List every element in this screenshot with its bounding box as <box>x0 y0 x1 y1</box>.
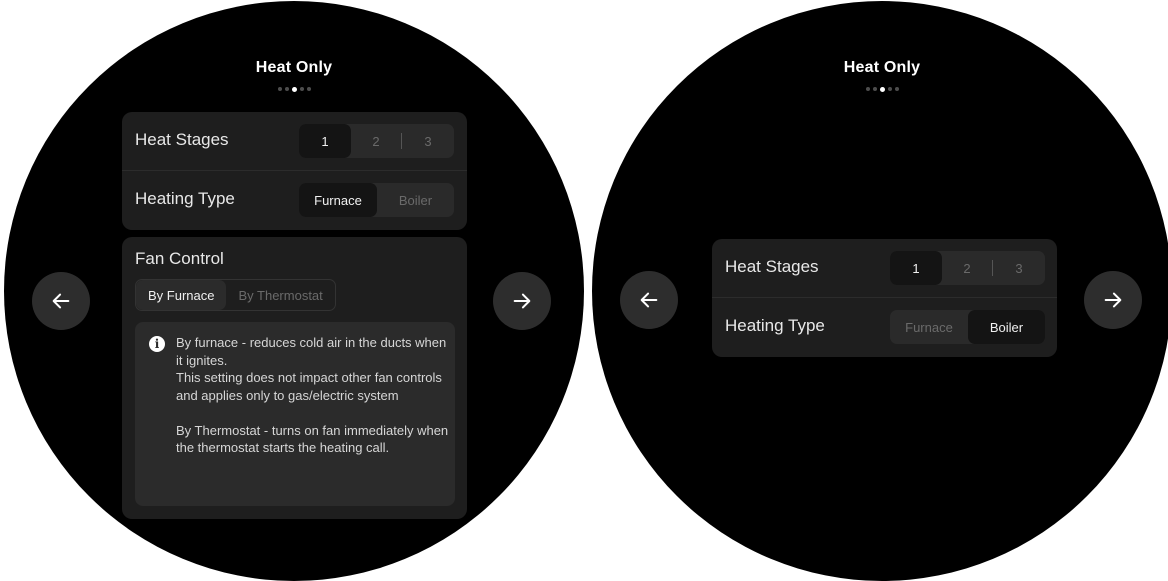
page-dot <box>887 87 892 91</box>
thermostat-screen-right: Heat Only Heat Stages 1 2 3 Heating Type… <box>592 1 1168 581</box>
fan-option-by-thermostat[interactable]: By Thermostat <box>226 280 334 310</box>
heat-stages-row: Heat Stages 1 2 3 <box>712 239 1057 297</box>
heat-stages-label: Heat Stages <box>135 130 229 149</box>
fan-control-label: Fan Control <box>135 249 224 268</box>
heat-stages-label: Heat Stages <box>725 257 819 276</box>
page-dot <box>299 87 304 91</box>
page-title: Heat Only <box>255 59 333 76</box>
heat-stages-selector: 1 2 3 <box>890 251 1045 285</box>
forward-button[interactable] <box>493 272 551 330</box>
settings-card: Heat Stages 1 2 3 Heating Type Furnace B… <box>712 239 1057 357</box>
info-line-thermostat: By Thermostat - turns on fan immediately… <box>176 422 449 456</box>
arrow-right-icon <box>1104 292 1122 308</box>
page-dot <box>872 87 877 91</box>
heating-type-option-boiler[interactable]: Boiler <box>968 310 1045 344</box>
heat-stage-option-3[interactable]: 3 <box>993 251 1045 285</box>
heating-type-label: Heating Type <box>725 316 825 335</box>
heat-stage-option-1[interactable]: 1 <box>299 124 351 158</box>
page-dot <box>277 87 282 91</box>
heating-type-selector: Furnace Boiler <box>890 310 1045 344</box>
thermostat-screen-left: Heat Only Heat Stages 1 2 3 Heating Type… <box>4 1 584 581</box>
page-dot <box>894 87 899 91</box>
page-dot-active <box>291 86 297 92</box>
fan-control-card: Fan Control By Furnace By Thermostat i B… <box>122 237 467 519</box>
page-dot <box>284 87 289 91</box>
page-indicator <box>592 86 1168 92</box>
heating-type-option-furnace[interactable]: Furnace <box>299 183 377 217</box>
page-title: Heat Only <box>843 59 921 76</box>
heat-stage-option-2[interactable]: 2 <box>942 251 992 285</box>
forward-button[interactable] <box>1084 271 1142 329</box>
heating-type-selector: Furnace Boiler <box>299 183 454 217</box>
heat-stage-option-3[interactable]: 3 <box>402 124 454 158</box>
heating-type-option-furnace[interactable]: Furnace <box>890 310 968 344</box>
heat-stages-row: Heat Stages 1 2 3 <box>122 112 467 170</box>
fan-control-selector: By Furnace By Thermostat <box>135 279 336 311</box>
back-button[interactable] <box>32 272 90 330</box>
arrow-left-icon <box>52 293 70 309</box>
arrow-right-icon <box>513 293 531 309</box>
page-indicator <box>4 86 584 92</box>
heat-stage-option-2[interactable]: 2 <box>351 124 401 158</box>
heat-stage-option-1[interactable]: 1 <box>890 251 942 285</box>
back-button[interactable] <box>620 271 678 329</box>
fan-option-by-furnace[interactable]: By Furnace <box>136 280 227 310</box>
info-line-furnace: By furnace - reduces cold air in the duc… <box>176 335 447 368</box>
page-dot-active <box>879 86 885 92</box>
info-icon: i <box>149 336 165 352</box>
arrow-left-icon <box>640 292 658 308</box>
fan-control-info-box: i By furnace - reduces cold air in the d… <box>135 322 455 506</box>
page-dot <box>306 87 311 91</box>
heating-type-option-boiler[interactable]: Boiler <box>377 183 454 217</box>
heating-type-row: Heating Type Furnace Boiler <box>712 298 1057 356</box>
fan-control-info-text: By furnace - reduces cold air in the duc… <box>176 334 456 457</box>
settings-card: Heat Stages 1 2 3 Heating Type Furnace B… <box>122 112 467 230</box>
info-line-scope: This setting does not impact other fan c… <box>176 370 442 403</box>
heating-type-label: Heating Type <box>135 189 235 208</box>
heating-type-row: Heating Type Furnace Boiler <box>122 171 467 229</box>
page-dot <box>865 87 870 91</box>
heat-stages-selector: 1 2 3 <box>299 124 454 158</box>
